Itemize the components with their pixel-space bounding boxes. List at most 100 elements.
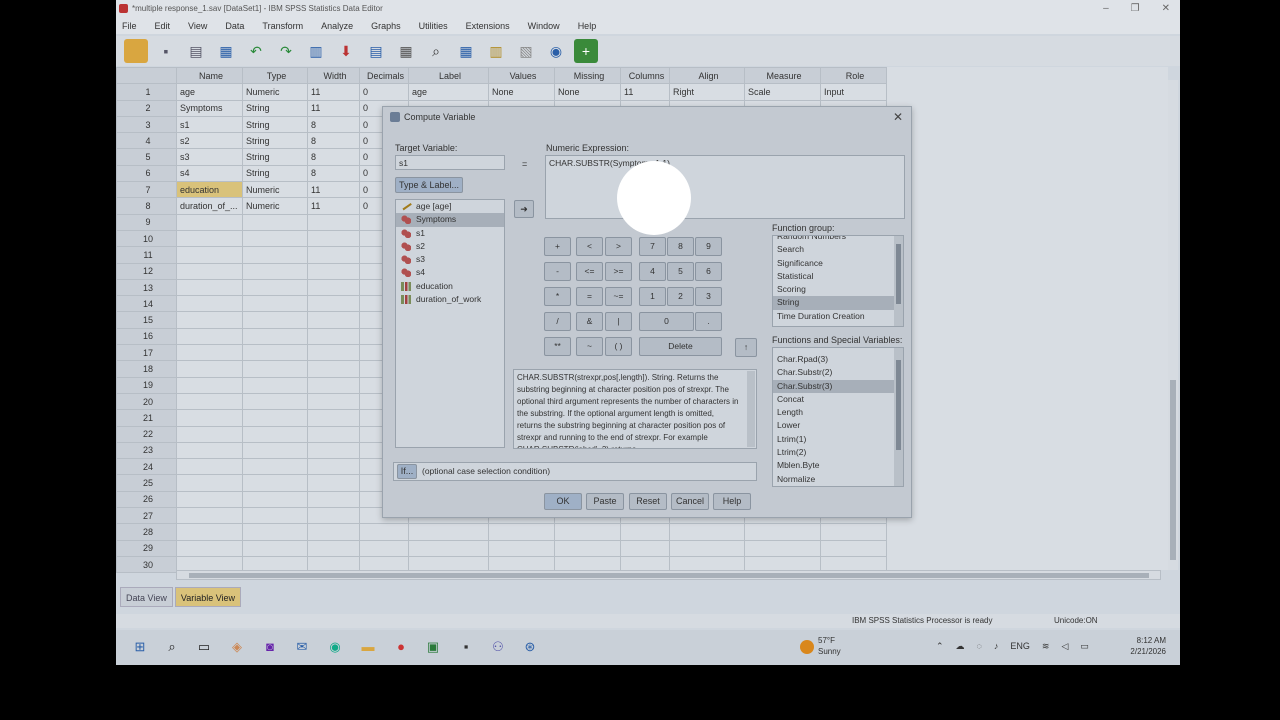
- empty-cell[interactable]: [242, 311, 308, 329]
- header-align[interactable]: Align: [669, 66, 745, 85]
- microphone-icon[interactable]: ♪: [994, 641, 999, 652]
- menu-edit[interactable]: Edit: [155, 18, 171, 34]
- header-role[interactable]: Role: [820, 66, 887, 85]
- keypad-key[interactable]: &: [576, 312, 603, 331]
- app-dark-icon[interactable]: ▪: [458, 639, 474, 655]
- description-scrollbar[interactable]: [747, 371, 755, 447]
- menu-transform[interactable]: Transform: [262, 18, 303, 34]
- empty-cell[interactable]: [307, 458, 360, 476]
- empty-cell[interactable]: [307, 360, 360, 378]
- keypad-key[interactable]: >=: [605, 262, 632, 281]
- if-button[interactable]: If...: [397, 464, 417, 479]
- function-item[interactable]: Mblen.Byte: [773, 459, 903, 472]
- row-number[interactable]: 15: [116, 311, 177, 329]
- empty-cell[interactable]: [408, 523, 489, 541]
- empty-cell[interactable]: [307, 490, 360, 509]
- empty-cell[interactable]: [242, 278, 308, 297]
- variable-list-item[interactable]: s3: [396, 253, 504, 266]
- header-measure[interactable]: Measure: [744, 66, 821, 85]
- run-descriptives-icon[interactable]: ▦: [394, 39, 418, 63]
- undo-icon[interactable]: ↶: [244, 39, 268, 63]
- function-group-item[interactable]: Time Duration Creation: [773, 310, 903, 323]
- dialog-recall-icon[interactable]: ▦: [214, 39, 238, 63]
- empty-cell[interactable]: [176, 539, 243, 557]
- keypad-key[interactable]: ( ): [605, 337, 632, 356]
- empty-cell[interactable]: [307, 327, 360, 346]
- variable-list-item[interactable]: duration_of_work: [396, 293, 504, 306]
- empty-cell[interactable]: [176, 376, 243, 394]
- empty-cell[interactable]: [307, 278, 360, 297]
- row-number[interactable]: 17: [116, 344, 177, 362]
- close-icon[interactable]: ✕: [893, 107, 903, 127]
- empty-cell[interactable]: [820, 523, 887, 541]
- header-values[interactable]: Values: [488, 66, 555, 85]
- row-number[interactable]: 30: [116, 555, 177, 574]
- excel-icon[interactable]: ▣: [425, 639, 441, 655]
- keypad-key[interactable]: -: [544, 262, 571, 281]
- select-cases-icon[interactable]: ◉: [544, 39, 568, 63]
- cell-values[interactable]: None: [488, 83, 555, 101]
- empty-cell[interactable]: [820, 539, 887, 557]
- split-file-icon[interactable]: ▧: [514, 39, 538, 63]
- keypad-key[interactable]: 9: [695, 237, 722, 256]
- keypad-key[interactable]: =: [576, 287, 603, 306]
- row-number[interactable]: 20: [116, 392, 177, 411]
- paste-button[interactable]: Paste: [586, 493, 624, 510]
- empty-cell[interactable]: [307, 376, 360, 394]
- empty-cell[interactable]: [176, 246, 243, 264]
- empty-cell[interactable]: [307, 262, 360, 280]
- windows-start-icon[interactable]: ⊞: [132, 639, 148, 655]
- row-number[interactable]: 11: [116, 246, 177, 264]
- empty-cell[interactable]: [242, 360, 308, 378]
- keypad-key[interactable]: 8: [667, 237, 694, 256]
- empty-cell[interactable]: [176, 229, 243, 248]
- row-number[interactable]: 21: [116, 409, 177, 427]
- tab-variable-view[interactable]: Variable View: [174, 587, 242, 607]
- cell-role[interactable]: Input: [820, 83, 887, 101]
- row-number[interactable]: 13: [116, 278, 177, 297]
- empty-cell[interactable]: [176, 327, 243, 346]
- cell-name[interactable]: s3: [176, 148, 243, 166]
- volume-icon[interactable]: ◁: [1061, 641, 1068, 652]
- row-number[interactable]: 8: [116, 197, 177, 215]
- cell-type[interactable]: String: [242, 132, 308, 150]
- empty-cell[interactable]: [359, 523, 409, 541]
- empty-cell[interactable]: [744, 523, 821, 541]
- clock[interactable]: 8:12 AM 2/21/2026: [1126, 635, 1166, 657]
- cloud-icon[interactable]: ☁: [956, 641, 965, 652]
- function-group-list[interactable]: Random Numbers Search Significance Statisti…: [772, 235, 904, 327]
- empty-cell[interactable]: [176, 523, 243, 541]
- keypad-key[interactable]: Delete: [639, 337, 722, 356]
- function-group-item[interactable]: String: [773, 296, 903, 310]
- function-group-item[interactable]: Scoring: [773, 283, 903, 296]
- row-number[interactable]: 18: [116, 360, 177, 378]
- cell-columns[interactable]: 11: [620, 83, 670, 101]
- empty-cell[interactable]: [176, 474, 243, 492]
- variable-list-item[interactable]: s4: [396, 266, 504, 279]
- empty-cell[interactable]: [176, 213, 243, 231]
- vertical-scrollbar[interactable]: [1168, 80, 1178, 570]
- empty-cell[interactable]: [176, 311, 243, 329]
- empty-cell[interactable]: [408, 539, 489, 557]
- row-number[interactable]: 2: [116, 99, 177, 117]
- empty-cell[interactable]: [242, 474, 308, 492]
- cell-width[interactable]: 8: [307, 148, 360, 166]
- empty-cell[interactable]: [242, 441, 308, 460]
- outlook-icon[interactable]: ✉: [294, 639, 310, 655]
- empty-cell[interactable]: [176, 490, 243, 509]
- goto-case-icon[interactable]: ▥: [304, 39, 328, 63]
- cell-width[interactable]: 11: [307, 99, 360, 117]
- empty-cell[interactable]: [359, 539, 409, 557]
- keypad-key[interactable]: 0: [639, 312, 694, 331]
- variable-list-item[interactable]: s2: [396, 240, 504, 253]
- open-folder-icon[interactable]: [124, 39, 148, 63]
- function-item[interactable]: Ltrim(2): [773, 446, 903, 459]
- goto-variable-icon[interactable]: ⬇: [334, 39, 358, 63]
- header-type[interactable]: Type: [242, 66, 308, 85]
- empty-cell[interactable]: [307, 229, 360, 248]
- keypad-key[interactable]: 7: [639, 237, 666, 256]
- move-function-up-arrow-icon[interactable]: ↑: [735, 338, 757, 357]
- type-and-label-button[interactable]: Type & Label...: [395, 177, 463, 193]
- function-item[interactable]: Char.Rpad(3): [773, 353, 903, 366]
- cell-missing[interactable]: None: [554, 83, 621, 101]
